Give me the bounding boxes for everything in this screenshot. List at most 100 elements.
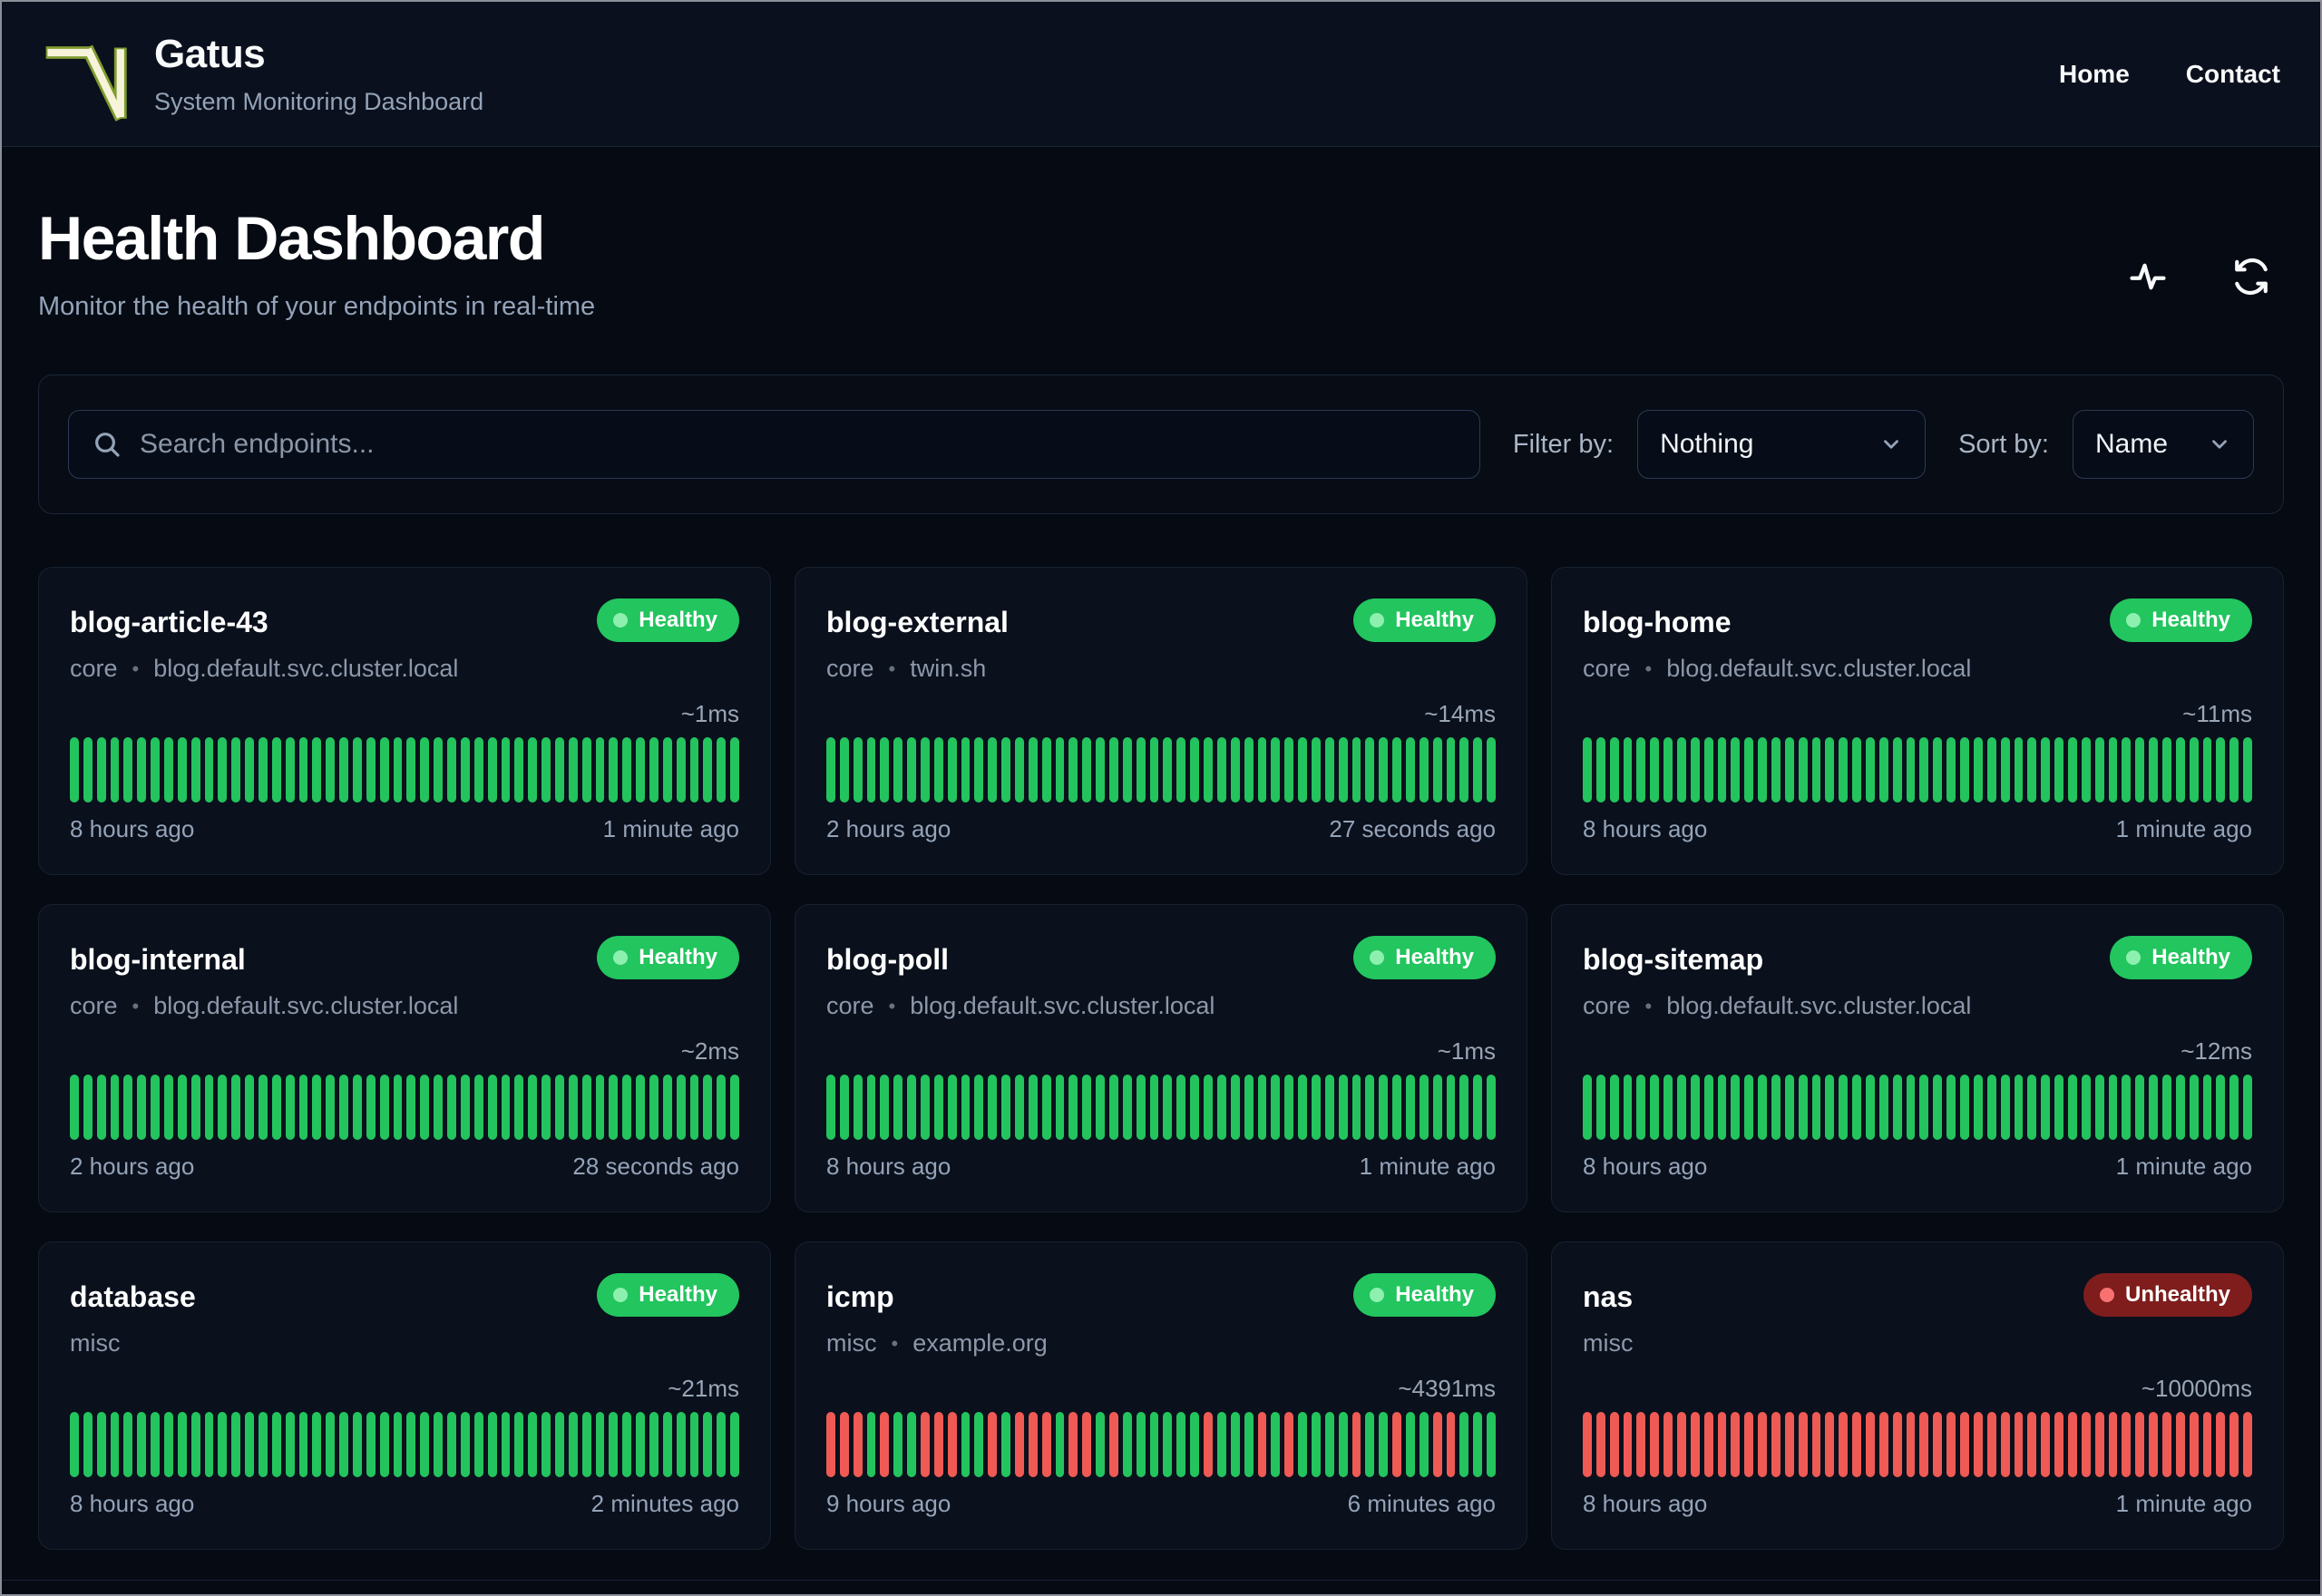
history-bar[interactable]	[947, 737, 957, 803]
history-bar[interactable]	[907, 1412, 917, 1477]
history-bar[interactable]	[2027, 737, 2037, 803]
history-bar[interactable]	[1933, 1412, 1943, 1477]
history-bar[interactable]	[1784, 1075, 1794, 1140]
history-bar[interactable]	[1973, 1412, 1983, 1477]
history-bar[interactable]	[1379, 737, 1389, 803]
history-bar[interactable]	[1878, 737, 1888, 803]
history-bar[interactable]	[1446, 1412, 1456, 1477]
history-bar[interactable]	[137, 1412, 147, 1477]
history-bar[interactable]	[1623, 1412, 1633, 1477]
history-bar[interactable]	[501, 1412, 511, 1477]
history-bar[interactable]	[554, 737, 564, 803]
history-bar[interactable]	[676, 1412, 686, 1477]
history-bar[interactable]	[1351, 1412, 1361, 1477]
history-bar[interactable]	[393, 1075, 403, 1140]
history-bar[interactable]	[649, 737, 659, 803]
history-bar[interactable]	[1298, 737, 1307, 803]
history-bar[interactable]	[164, 1412, 173, 1477]
history-bar[interactable]	[676, 737, 686, 803]
history-bar[interactable]	[595, 1412, 605, 1477]
history-bar[interactable]	[2081, 737, 2091, 803]
history-bar[interactable]	[1973, 1075, 1983, 1140]
history-bar[interactable]	[1419, 1075, 1429, 1140]
history-bar[interactable]	[853, 1412, 863, 1477]
history-bar[interactable]	[1811, 737, 1821, 803]
history-bar[interactable]	[218, 1412, 228, 1477]
history-bar[interactable]	[730, 737, 739, 803]
history-bar[interactable]	[379, 737, 389, 803]
history-bar[interactable]	[1244, 737, 1254, 803]
history-bar[interactable]	[2094, 1075, 2104, 1140]
history-bar[interactable]	[2189, 1075, 2199, 1140]
history-bar[interactable]	[1595, 1412, 1605, 1477]
history-bar[interactable]	[487, 737, 497, 803]
history-bar[interactable]	[595, 1075, 605, 1140]
filter-select[interactable]: Nothing	[1637, 410, 1927, 479]
history-bar[interactable]	[1405, 1075, 1415, 1140]
history-bar[interactable]	[1096, 1075, 1106, 1140]
history-bar[interactable]	[447, 1075, 456, 1140]
history-bar[interactable]	[1028, 1412, 1038, 1477]
history-bar[interactable]	[70, 1412, 79, 1477]
history-bar[interactable]	[177, 1412, 187, 1477]
history-bar[interactable]	[1703, 737, 1713, 803]
nav-link-home[interactable]: Home	[2059, 60, 2130, 89]
history-bar[interactable]	[487, 1412, 497, 1477]
history-bar[interactable]	[1866, 737, 1875, 803]
history-bar[interactable]	[2067, 1075, 2077, 1140]
history-bar[interactable]	[880, 1412, 890, 1477]
history-bar[interactable]	[110, 737, 120, 803]
history-bar[interactable]	[1068, 1075, 1078, 1140]
history-bar[interactable]	[2161, 1075, 2171, 1140]
history-bar[interactable]	[1906, 737, 1916, 803]
history-bar[interactable]	[1216, 1412, 1226, 1477]
history-bar[interactable]	[689, 737, 699, 803]
history-bar[interactable]	[2122, 1075, 2132, 1140]
history-bar[interactable]	[1392, 1412, 1401, 1477]
history-bar[interactable]	[1839, 1075, 1849, 1140]
history-bar[interactable]	[2108, 1412, 2118, 1477]
history-bar[interactable]	[1758, 737, 1768, 803]
history-bar[interactable]	[636, 1412, 645, 1477]
history-bar[interactable]	[2243, 1075, 2252, 1140]
history-bar[interactable]	[2202, 1412, 2212, 1477]
history-bar[interactable]	[988, 1075, 998, 1140]
history-bar[interactable]	[1136, 737, 1146, 803]
history-bar[interactable]	[1744, 1075, 1754, 1140]
history-bar[interactable]	[151, 1075, 161, 1140]
history-bar[interactable]	[177, 737, 187, 803]
history-bar[interactable]	[933, 1412, 943, 1477]
history-bar[interactable]	[434, 737, 444, 803]
history-bar[interactable]	[326, 1075, 336, 1140]
history-bar[interactable]	[70, 1075, 79, 1140]
history-bar[interactable]	[514, 737, 524, 803]
history-bar[interactable]	[2243, 737, 2252, 803]
history-bar[interactable]	[271, 737, 281, 803]
history-bar[interactable]	[974, 1075, 984, 1140]
history-bar[interactable]	[541, 1075, 551, 1140]
history-bar[interactable]	[1825, 1075, 1835, 1140]
history-bar[interactable]	[826, 1412, 835, 1477]
history-bar[interactable]	[231, 1075, 241, 1140]
history-bar[interactable]	[1473, 1075, 1483, 1140]
history-bar[interactable]	[2081, 1075, 2091, 1140]
history-bar[interactable]	[1055, 1075, 1065, 1140]
history-bar[interactable]	[1136, 1412, 1146, 1477]
history-bar[interactable]	[1677, 1075, 1686, 1140]
history-bar[interactable]	[1001, 1412, 1011, 1477]
history-bar[interactable]	[70, 737, 79, 803]
history-bar[interactable]	[649, 1075, 659, 1140]
history-bar[interactable]	[1163, 737, 1173, 803]
history-bar[interactable]	[2216, 1075, 2226, 1140]
history-bar[interactable]	[2014, 1075, 2024, 1140]
history-bar[interactable]	[1878, 1075, 1888, 1140]
history-bar[interactable]	[1623, 737, 1633, 803]
history-bar[interactable]	[460, 1075, 470, 1140]
history-bar[interactable]	[1041, 1075, 1051, 1140]
history-bar[interactable]	[622, 1075, 632, 1140]
history-bar[interactable]	[2202, 737, 2212, 803]
history-bar[interactable]	[285, 737, 295, 803]
history-bar[interactable]	[1379, 1412, 1389, 1477]
history-bar[interactable]	[2175, 1412, 2185, 1477]
history-bar[interactable]	[2000, 1412, 2010, 1477]
